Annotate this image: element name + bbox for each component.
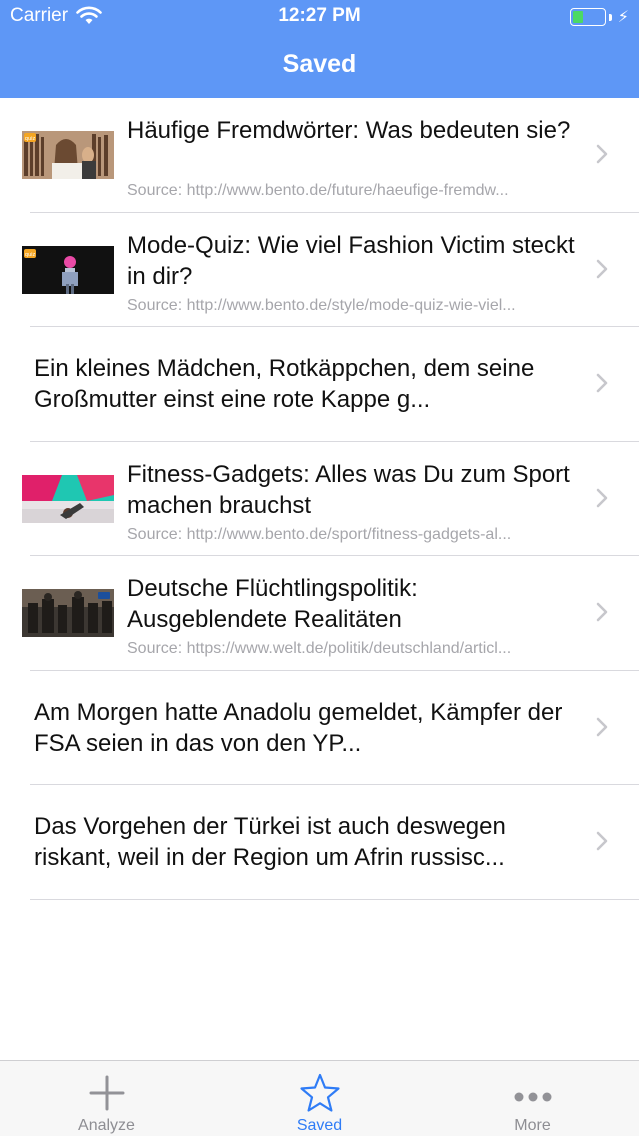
chevron-right-icon [596, 259, 608, 278]
battery-indicator: ⚡︎ [569, 7, 629, 27]
svg-text:quiz: quiz [25, 136, 36, 142]
tab-more[interactable]: More [426, 1061, 639, 1136]
more-icon [514, 1092, 551, 1102]
article-thumbnail [22, 474, 114, 523]
list-item[interactable]: Fitness-Gadgets: Alles was Du zum Sport … [0, 442, 639, 557]
list-item[interactable]: Das Vorgehen der Türkei ist auch deswege… [0, 785, 639, 900]
article-source: Source: http://www.bento.de/future/haeuf… [127, 182, 509, 199]
tab-analyze[interactable]: Analyze [0, 1061, 213, 1136]
chevron-right-icon [596, 831, 608, 851]
chevron-right-icon [596, 373, 608, 393]
article-title: Ein kleines Mädchen, Rotkäppchen, dem se… [34, 355, 535, 413]
navigation-header: Carrier 12:27 PM ⚡︎ Saved [0, 0, 639, 98]
battery-level [572, 11, 584, 23]
battery-icon [569, 8, 606, 26]
article-title: Fitness-Gadgets: Alles was Du zum Sport … [127, 460, 570, 519]
list-item[interactable]: Am Morgen hatte Anadolu gemeldet, Kämpfe… [0, 671, 639, 786]
status-time: 12:27 PM [278, 5, 361, 26]
list-item[interactable]: Ein kleines Mädchen, Rotkäppchen, dem se… [0, 327, 639, 442]
status-bar: Carrier 12:27 PM ⚡︎ [0, 0, 639, 34]
tab-saved[interactable]: Saved [213, 1061, 426, 1136]
plus-icon [89, 1075, 124, 1111]
chevron-right-icon [596, 717, 608, 736]
charging-bolt-icon: ⚡︎ [617, 9, 629, 26]
article-source: Source: http://www.bento.de/sport/fitnes… [127, 525, 512, 543]
tab-label: Analyze [78, 1117, 135, 1134]
article-title: Am Morgen hatte Anadolu gemeldet, Kämpfe… [34, 698, 563, 757]
chevron-right-icon [596, 144, 608, 164]
article-source: Source: http://www.bento.de/style/mode-q… [127, 296, 516, 314]
svg-text:quiz: quiz [25, 252, 36, 258]
article-title: Häufige Fremdwörter: Was bedeuten sie? [127, 117, 571, 144]
tab-label: Saved [296, 1117, 343, 1134]
chevron-right-icon [596, 488, 608, 507]
article-thumbnail: quiz [22, 131, 114, 179]
article-thumbnail: quiz [22, 245, 114, 294]
article-source: Source: https://www.welt.de/politik/deut… [127, 640, 512, 657]
list-item[interactable]: quiz Häufige Fremdwörter: Was bedeuten si… [0, 98, 639, 213]
chevron-right-icon [596, 602, 608, 622]
page-title: Saved [282, 50, 357, 78]
article-title: Mode-Quiz: Wie viel Fashion Victim steck… [127, 231, 575, 290]
saved-articles-list: quiz Häufige Fremdwörter: Was bedeuten si… [0, 98, 639, 900]
list-item[interactable]: Deutsche Flüchtlingspolitik: Ausgeblende… [0, 556, 639, 671]
tab-label: More [514, 1117, 551, 1134]
battery-tip [608, 13, 612, 21]
tab-bar: Analyze Saved More [0, 1060, 639, 1136]
article-thumbnail [22, 589, 114, 637]
list-item[interactable]: quiz Mode-Quiz: Wie viel Fashion Victim s… [0, 213, 639, 328]
article-title: Das Vorgehen der Türkei ist auch deswege… [34, 813, 506, 871]
star-icon [299, 1073, 340, 1112]
article-title: Deutsche Flüchtlingspolitik: Ausgeblende… [127, 575, 418, 633]
